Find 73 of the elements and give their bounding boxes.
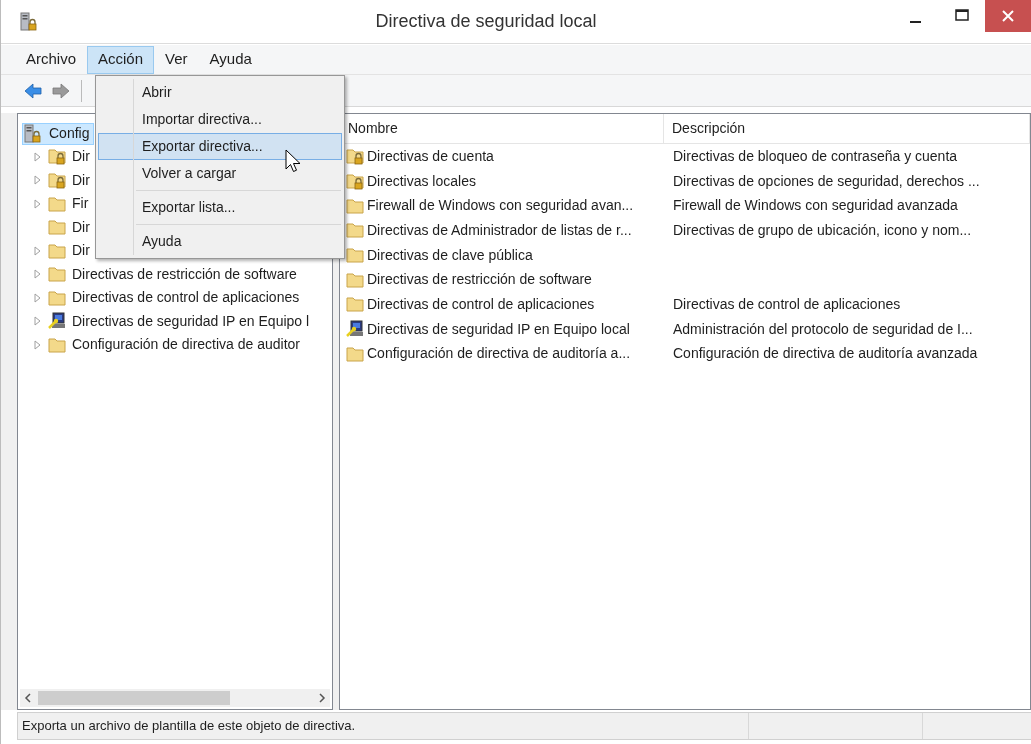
close-icon[interactable] [1002, 10, 1014, 22]
tree-item[interactable]: Directivas de restricción de software [72, 263, 297, 285]
tree-item[interactable]: Dir [72, 216, 90, 238]
server-lock-icon [23, 123, 43, 144]
server-lock-icon [19, 11, 39, 32]
close-button[interactable] [985, 0, 1031, 32]
table-cell[interactable]: Directivas de clave pública [367, 244, 533, 266]
expand-arrow-icon[interactable] [33, 175, 41, 186]
computer-key-icon [346, 320, 364, 339]
tree-item[interactable]: Configuración de directiva de auditor [72, 334, 301, 356]
folder-icon [48, 242, 66, 259]
expand-arrow-icon[interactable] [33, 198, 41, 209]
folder-icon [346, 222, 364, 239]
folder-icon [346, 247, 364, 264]
expand-arrow-icon[interactable] [33, 151, 41, 162]
expand-arrow-icon[interactable] [33, 339, 41, 350]
expand-arrow-icon[interactable] [33, 292, 41, 303]
table-cell[interactable]: Directivas de control de aplicaciones [367, 293, 595, 315]
table-cell[interactable]: Directivas de Administrador de listas de r... [367, 219, 632, 241]
expand-arrow-icon[interactable] [33, 269, 41, 280]
table-cell-text: Directivas de grupo de ubicación, icono y nom... [672, 220, 972, 240]
table-cell[interactable]: Directivas locales [367, 170, 476, 192]
expand-arrow-icon[interactable] [33, 245, 41, 256]
folder-lock-icon [346, 147, 364, 165]
status-text: Exporta un archivo de plantilla de este objeto de directiva. [21, 717, 357, 736]
folder-icon [48, 289, 66, 306]
tree-item[interactable]: Dir [72, 146, 90, 168]
folder-icon [346, 197, 364, 214]
table-cell-text: Firewall de Windows con seguridad avanzada [672, 196, 958, 216]
tree-item[interactable]: Dir [72, 240, 90, 262]
menu-item[interactable]: Ver [154, 45, 199, 74]
table-cell[interactable]: Firewall de Windows con seguridad avan... [367, 195, 634, 217]
folder-lock-icon [48, 171, 66, 189]
folder-icon [346, 296, 364, 313]
folder-icon [48, 266, 66, 283]
horizontal-scrollbar[interactable] [20, 689, 330, 707]
window-title: Directiva de seguridad local [374, 10, 598, 33]
back-arrow-icon[interactable] [23, 81, 43, 100]
table-cell-text: Administración del protocolo de seguridad de I... [672, 319, 973, 339]
table-cell[interactable]: Configuración de directiva de auditoría a... [367, 343, 631, 365]
table-cell-text: Directivas de bloqueo de contraseña y cuenta [672, 146, 958, 166]
tree-item[interactable]: Directivas de control de aplicaciones [72, 287, 300, 309]
folder-icon [48, 195, 66, 212]
computer-key-icon [48, 312, 66, 331]
table-cell-text: Configuración de directiva de auditoría avanzada [672, 344, 978, 364]
folder-lock-icon [48, 148, 66, 166]
table-cell[interactable]: Directivas de restricción de software [367, 269, 592, 291]
table-cell-text: Directivas de control de aplicaciones [672, 294, 901, 314]
table-cell[interactable]: Directivas de cuenta [367, 145, 494, 167]
menu-item[interactable]: Exportar directiva... [98, 133, 342, 160]
menu-item[interactable]: Importar directiva... [98, 106, 342, 133]
tree-item[interactable]: Fir [72, 193, 89, 215]
table-cell[interactable]: Directivas de seguridad IP en Equipo local [367, 318, 630, 340]
column-header[interactable]: Descripción [664, 114, 1030, 143]
expand-arrow-icon[interactable] [33, 316, 41, 327]
menu-item[interactable]: Volver a cargar [98, 160, 342, 187]
menu-item[interactable]: Acción [87, 45, 155, 74]
folder-lock-icon [346, 172, 364, 190]
folder-icon [48, 219, 66, 236]
table-cell-text: Directivas de opciones de seguridad, derechos ... [672, 171, 980, 191]
folder-icon [346, 271, 364, 288]
menu-item[interactable]: Ayuda [198, 45, 263, 74]
scroll-thumb[interactable] [38, 691, 230, 705]
menu-item[interactable]: Ayuda [98, 228, 342, 255]
tree-item[interactable]: Directivas de seguridad IP en Equipo l [72, 310, 310, 332]
tree-item[interactable]: Dir [72, 169, 90, 191]
menu-item[interactable]: Exportar lista... [98, 194, 342, 221]
folder-icon [346, 345, 364, 362]
tree-item[interactable]: Config [22, 122, 95, 145]
menu-item[interactable]: Archivo [15, 45, 88, 74]
menu-item[interactable]: Abrir [98, 79, 342, 106]
folder-icon [48, 336, 66, 353]
mouse-pointer-icon [285, 149, 302, 174]
